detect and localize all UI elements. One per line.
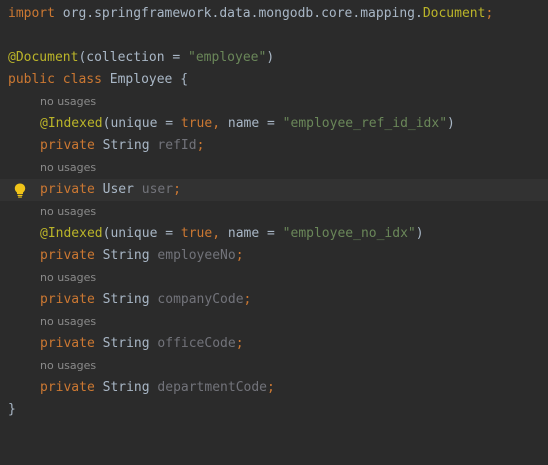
indexed-unique-param: (unique =	[102, 116, 181, 131]
field-semicolon: ;	[173, 182, 181, 197]
private-keyword: private	[40, 182, 95, 197]
import-class-name: Document	[422, 6, 486, 21]
field-employeeno-line[interactable]: private String employeeNo;	[0, 245, 548, 267]
indexed-annotation-name: @Indexed	[40, 226, 103, 241]
inlay-hint-row: no usages	[0, 157, 548, 179]
field-name: departmentCode	[157, 380, 267, 395]
import-statement: import org.springframework.data.mongodb.…	[8, 3, 493, 25]
param-comma: ,	[212, 116, 221, 131]
index-name-string: "employee_no_idx"	[282, 226, 416, 241]
no-usages-hint[interactable]: no usages	[40, 311, 96, 333]
indexed-annotation: @Indexed(unique = true, name = "employee…	[40, 223, 424, 245]
no-usages-hint[interactable]: no usages	[40, 267, 96, 289]
import-package: org.springframework.data.mongodb.core.ma…	[54, 6, 423, 21]
field-companycode-line[interactable]: private String companyCode;	[0, 289, 548, 311]
field-type: String	[102, 248, 150, 263]
field-type: String	[102, 292, 150, 307]
field-declaration: private String officeCode;	[40, 333, 244, 355]
field-departmentcode-line[interactable]: private String departmentCode;	[0, 377, 548, 399]
document-annotation-line[interactable]: @Document(collection = "employee")	[0, 47, 548, 69]
inlay-hint-row: no usages	[0, 91, 548, 113]
indexed-annotation-close: )	[415, 226, 424, 241]
field-declaration: private String employeeNo;	[40, 245, 244, 267]
private-keyword: private	[40, 336, 95, 351]
field-semicolon: ;	[196, 138, 205, 153]
field-declaration: private String companyCode;	[40, 289, 251, 311]
private-keyword: private	[40, 292, 95, 307]
field-type: String	[102, 336, 150, 351]
field-declaration: private String departmentCode;	[40, 377, 275, 399]
inlay-hint-row: no usages	[0, 355, 548, 377]
field-user-line[interactable]: private User user;	[0, 179, 548, 201]
indexed-annotation: @Indexed(unique = true, name = "employee…	[40, 113, 455, 135]
field-officecode-line[interactable]: private String officeCode;	[0, 333, 548, 355]
code-editor[interactable]: import org.springframework.data.mongodb.…	[0, 0, 548, 462]
public-keyword: public	[8, 72, 55, 87]
indexed-annotation-line[interactable]: @Indexed(unique = true, name = "employee…	[0, 113, 548, 135]
field-type: String	[102, 138, 150, 153]
true-keyword: true	[180, 116, 213, 131]
lightbulb-icon[interactable]	[14, 183, 26, 198]
private-keyword: private	[40, 138, 95, 153]
private-keyword: private	[40, 248, 95, 263]
import-line[interactable]: import org.springframework.data.mongodb.…	[0, 3, 548, 25]
field-type: User	[102, 182, 134, 197]
no-usages-hint[interactable]: no usages	[40, 157, 96, 179]
no-usages-hint[interactable]: no usages	[40, 201, 96, 223]
indexed-name-param: name =	[220, 116, 283, 131]
inlay-hint-row: no usages	[0, 311, 548, 333]
class-keyword: class	[62, 72, 102, 87]
field-refid-line[interactable]: private String refId;	[0, 135, 548, 157]
indexed-annotation-close: )	[447, 116, 455, 131]
collection-name-string: "employee"	[188, 50, 267, 65]
field-semicolon: ;	[235, 248, 244, 263]
closing-brace-line[interactable]: }	[0, 399, 548, 421]
indexed-annotation-name: @Indexed	[40, 116, 103, 131]
closing-brace: }	[8, 402, 16, 417]
field-name: refId	[157, 138, 197, 153]
indexed-annotation-line[interactable]: @Indexed(unique = true, name = "employee…	[0, 223, 548, 245]
no-usages-hint[interactable]: no usages	[40, 91, 96, 113]
document-annotation-open: (collection =	[78, 50, 189, 65]
document-annotation-name: @Document	[8, 50, 79, 65]
field-declaration: private User user;	[40, 179, 181, 201]
import-semicolon: ;	[485, 6, 494, 21]
param-comma: ,	[212, 226, 221, 241]
field-declaration: private String refId;	[40, 135, 204, 157]
true-keyword: true	[180, 226, 213, 241]
field-name: officeCode	[157, 336, 236, 351]
field-name: user	[141, 182, 174, 197]
indexed-name-param: name =	[220, 226, 283, 241]
index-name-string: "employee_ref_id_idx"	[282, 116, 448, 131]
import-keyword: import	[8, 6, 55, 21]
field-name: companyCode	[157, 292, 244, 307]
document-annotation: @Document(collection = "employee")	[8, 47, 274, 69]
field-semicolon: ;	[267, 380, 275, 395]
class-name: Employee	[109, 72, 173, 87]
class-declaration-line[interactable]: public class Employee {	[0, 69, 548, 91]
no-usages-hint[interactable]: no usages	[40, 355, 96, 377]
field-semicolon: ;	[235, 336, 244, 351]
inlay-hint-row: no usages	[0, 201, 548, 223]
private-keyword: private	[40, 380, 95, 395]
open-brace: {	[180, 72, 189, 87]
field-name: employeeNo	[157, 248, 236, 263]
field-semicolon: ;	[243, 292, 252, 307]
inlay-hint-row: no usages	[0, 267, 548, 289]
field-type: String	[102, 380, 150, 395]
class-declaration: public class Employee {	[8, 69, 188, 91]
document-annotation-close: )	[266, 50, 275, 65]
indexed-unique-param: (unique =	[102, 226, 181, 241]
